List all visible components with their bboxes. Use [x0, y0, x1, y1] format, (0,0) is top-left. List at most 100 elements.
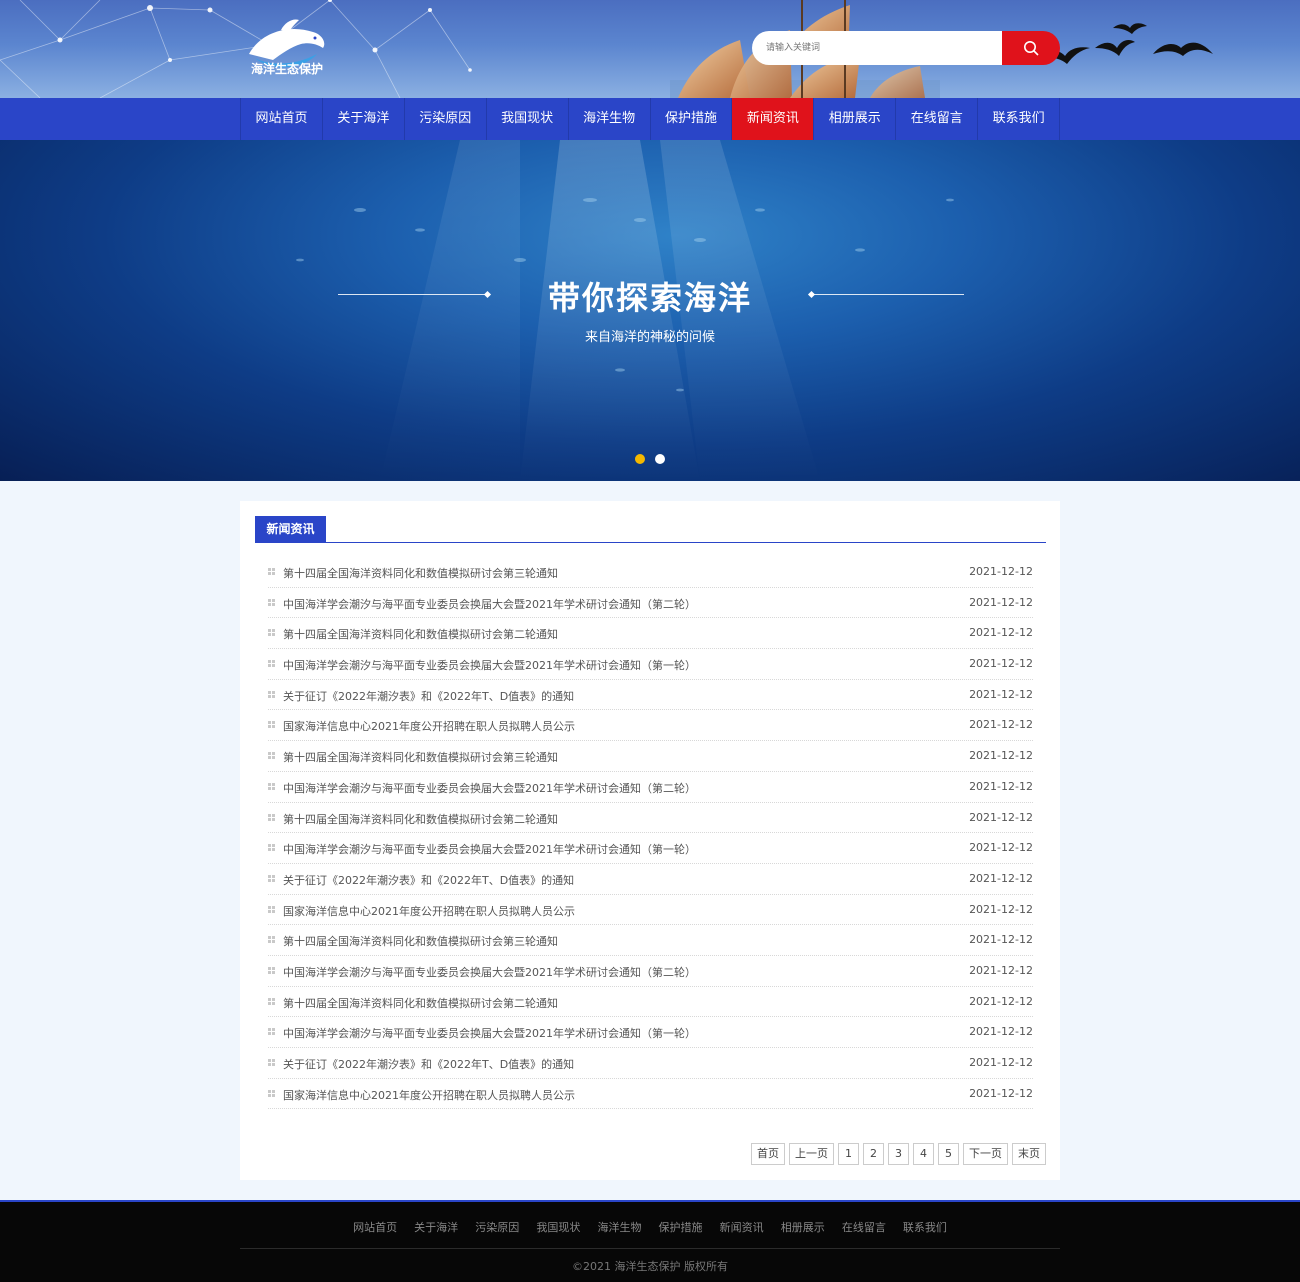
- news-title[interactable]: 第十四届全国海洋资料同化和数值模拟研讨会第二轮通知: [283, 811, 558, 827]
- news-title[interactable]: 国家海洋信息中心2021年度公开招聘在职人员拟聘人员公示: [283, 903, 575, 919]
- nav-item-message[interactable]: 在线留言: [896, 98, 979, 140]
- list-item[interactable]: 第十四届全国海洋资料同化和数值模拟研讨会第二轮通知 2021-12-12: [268, 803, 1033, 834]
- footer-link-contact[interactable]: 联系我们: [903, 1221, 947, 1234]
- news-date: 2021-12-12: [969, 963, 1033, 977]
- list-item[interactable]: 第十四届全国海洋资料同化和数值模拟研讨会第三轮通知 2021-12-12: [268, 925, 1033, 956]
- slide-indicator-1[interactable]: [635, 454, 645, 464]
- grid-bullet-icon: [268, 1028, 275, 1036]
- footer-link-marine-life[interactable]: 海洋生物: [597, 1221, 641, 1234]
- pager-prev[interactable]: 上一页: [789, 1143, 834, 1165]
- footer-link-protection-measures[interactable]: 保护措施: [659, 1221, 703, 1234]
- grid-bullet-icon: [268, 844, 275, 852]
- nav-item-about-ocean[interactable]: 关于海洋: [323, 98, 405, 140]
- news-date: 2021-12-12: [969, 779, 1033, 793]
- list-item[interactable]: 中国海洋学会潮汐与海平面专业委员会换届大会暨2021年学术研讨会通知（第二轮） 2…: [268, 772, 1033, 803]
- pager-first[interactable]: 首页: [751, 1143, 785, 1165]
- list-item[interactable]: 中国海洋学会潮汐与海平面专业委员会换届大会暨2021年学术研讨会通知（第一轮） 2…: [268, 1017, 1033, 1048]
- slide-indicator-2[interactable]: [655, 454, 665, 464]
- footer-link-about-ocean[interactable]: 关于海洋: [414, 1221, 458, 1234]
- list-item[interactable]: 中国海洋学会潮汐与海平面专业委员会换届大会暨2021年学术研讨会通知（第一轮） 2…: [268, 649, 1033, 680]
- pager-page-1[interactable]: 1: [838, 1143, 859, 1165]
- nav-item-home[interactable]: 网站首页: [241, 98, 323, 140]
- news-title[interactable]: 中国海洋学会潮汐与海平面专业委员会换届大会暨2021年学术研讨会通知（第二轮）: [283, 780, 696, 796]
- grid-bullet-icon: [268, 813, 275, 821]
- news-title[interactable]: 中国海洋学会潮汐与海平面专业委员会换届大会暨2021年学术研讨会通知（第一轮）: [283, 657, 696, 673]
- pager-page-5[interactable]: 5: [938, 1143, 959, 1165]
- list-item[interactable]: 关于征订《2022年潮汐表》和《2022年T、D值表》的通知 2021-12-12: [268, 864, 1033, 895]
- news-date: 2021-12-12: [969, 994, 1033, 1008]
- nav-item-gallery[interactable]: 相册展示: [814, 98, 897, 140]
- grid-bullet-icon: [268, 568, 275, 575]
- list-item[interactable]: 关于征订《2022年潮汐表》和《2022年T、D值表》的通知 2021-12-12: [268, 680, 1033, 711]
- news-title[interactable]: 关于征订《2022年潮汐表》和《2022年T、D值表》的通知: [283, 1056, 574, 1072]
- footer-link-current-status[interactable]: 我国现状: [536, 1221, 580, 1234]
- news-title[interactable]: 中国海洋学会潮汐与海平面专业委员会换届大会暨2021年学术研讨会通知（第二轮）: [283, 964, 696, 980]
- news-list: 第十四届全国海洋资料同化和数值模拟研讨会第三轮通知 2021-12-12 中国海洋学…: [268, 557, 1033, 1110]
- search-input[interactable]: [752, 31, 1004, 65]
- pager-page-2[interactable]: 2: [863, 1143, 884, 1165]
- nav-item-pollution-causes[interactable]: 污染原因: [405, 98, 487, 140]
- news-title[interactable]: 第十四届全国海洋资料同化和数值模拟研讨会第三轮通知: [283, 565, 558, 581]
- pagination: 首页 上一页 1 2 3 4 5 下一页 末页: [751, 1143, 1046, 1165]
- news-title[interactable]: 国家海洋信息中心2021年度公开招聘在职人员拟聘人员公示: [283, 1087, 575, 1103]
- site-header: 海洋生态保护: [0, 0, 1300, 98]
- news-section: 新闻资讯 第十四届全国海洋资料同化和数值模拟研讨会第三轮通知 2021-12-12…: [240, 501, 1060, 1180]
- pager-page-3[interactable]: 3: [888, 1143, 909, 1165]
- news-date: 2021-12-12: [969, 1025, 1033, 1039]
- news-title[interactable]: 国家海洋信息中心2021年度公开招聘在职人员拟聘人员公示: [283, 718, 575, 734]
- news-title[interactable]: 第十四届全国海洋资料同化和数值模拟研讨会第二轮通知: [283, 626, 558, 642]
- news-title[interactable]: 关于征订《2022年潮汐表》和《2022年T、D值表》的通知: [283, 688, 574, 704]
- news-date: 2021-12-12: [969, 933, 1033, 947]
- news-date: 2021-12-12: [969, 749, 1033, 763]
- footer-link-news[interactable]: 新闻资讯: [720, 1221, 764, 1234]
- news-date: 2021-12-12: [969, 657, 1033, 671]
- list-item[interactable]: 中国海洋学会潮汐与海平面专业委员会换届大会暨2021年学术研讨会通知（第二轮） 2…: [268, 956, 1033, 987]
- news-title[interactable]: 第十四届全国海洋资料同化和数值模拟研讨会第二轮通知: [283, 995, 558, 1011]
- news-date: 2021-12-12: [969, 841, 1033, 855]
- grid-bullet-icon: [268, 782, 275, 790]
- nav-item-current-status[interactable]: 我国现状: [487, 98, 569, 140]
- search-icon: [1024, 41, 1039, 56]
- list-item[interactable]: 中国海洋学会潮汐与海平面专业委员会换届大会暨2021年学术研讨会通知（第二轮） 2…: [268, 588, 1033, 619]
- nav-item-protection-measures[interactable]: 保护措施: [651, 98, 733, 140]
- logo-text[interactable]: 海洋生态保护: [241, 60, 333, 77]
- banner-subtitle: 来自海洋的神秘的问候: [584, 330, 715, 345]
- news-date: 2021-12-12: [969, 626, 1033, 640]
- footer-link-pollution-causes[interactable]: 污染原因: [475, 1221, 519, 1234]
- news-date: 2021-12-12: [969, 595, 1033, 609]
- news-title[interactable]: 关于征订《2022年潮汐表》和《2022年T、D值表》的通知: [283, 872, 574, 888]
- news-title[interactable]: 中国海洋学会潮汐与海平面专业委员会换届大会暨2021年学术研讨会通知（第一轮）: [283, 1025, 696, 1041]
- footer-link-message[interactable]: 在线留言: [842, 1221, 886, 1234]
- grid-bullet-icon: [268, 660, 275, 668]
- news-date: 2021-12-12: [969, 565, 1033, 578]
- list-item[interactable]: 第十四届全国海洋资料同化和数值模拟研讨会第二轮通知 2021-12-12: [268, 987, 1033, 1018]
- hero-banner: 带你探索海洋 来自海洋的神秘的问候: [0, 140, 1300, 481]
- nav-item-news[interactable]: 新闻资讯: [732, 98, 815, 140]
- pager-next[interactable]: 下一页: [963, 1143, 1008, 1165]
- list-item[interactable]: 第十四届全国海洋资料同化和数值模拟研讨会第三轮通知 2021-12-12: [268, 557, 1033, 588]
- search-button[interactable]: [1002, 31, 1060, 65]
- list-item[interactable]: 国家海洋信息中心2021年度公开招聘在职人员拟聘人员公示 2021-12-12: [268, 895, 1033, 926]
- pager-page-4[interactable]: 4: [913, 1143, 934, 1165]
- news-title[interactable]: 中国海洋学会潮汐与海平面专业委员会换届大会暨2021年学术研讨会通知（第二轮）: [283, 596, 696, 612]
- list-item[interactable]: 中国海洋学会潮汐与海平面专业委员会换届大会暨2021年学术研讨会通知（第一轮） 2…: [268, 833, 1033, 864]
- nav-item-contact[interactable]: 联系我们: [978, 98, 1061, 140]
- grid-bullet-icon: [268, 936, 275, 944]
- title-divider-left: [338, 294, 488, 295]
- news-title[interactable]: 第十四届全国海洋资料同化和数值模拟研讨会第三轮通知: [283, 749, 558, 765]
- news-title[interactable]: 中国海洋学会潮汐与海平面专业委员会换届大会暨2021年学术研讨会通知（第一轮）: [283, 841, 696, 857]
- banner-title: 带你探索海洋: [547, 279, 752, 317]
- search-bar: [752, 31, 1060, 65]
- pager-last[interactable]: 末页: [1012, 1143, 1046, 1165]
- main-nav: 网站首页 关于海洋 污染原因 我国现状 海洋生物 保护措施 新闻资讯 相册展示 …: [0, 98, 1300, 140]
- grid-bullet-icon: [268, 598, 275, 606]
- list-item[interactable]: 国家海洋信息中心2021年度公开招聘在职人员拟聘人员公示 2021-12-12: [268, 710, 1033, 742]
- news-title[interactable]: 第十四届全国海洋资料同化和数值模拟研讨会第三轮通知: [283, 933, 558, 949]
- footer-link-home[interactable]: 网站首页: [353, 1221, 397, 1234]
- list-item[interactable]: 第十四届全国海洋资料同化和数值模拟研讨会第三轮通知 2021-12-12: [268, 741, 1033, 772]
- list-item[interactable]: 关于征订《2022年潮汐表》和《2022年T、D值表》的通知 2021-12-12: [268, 1048, 1033, 1079]
- footer-link-gallery[interactable]: 相册展示: [781, 1221, 825, 1234]
- nav-item-marine-life[interactable]: 海洋生物: [569, 98, 651, 140]
- list-item[interactable]: 第十四届全国海洋资料同化和数值模拟研讨会第二轮通知 2021-12-12: [268, 618, 1033, 650]
- list-item[interactable]: 国家海洋信息中心2021年度公开招聘在职人员拟聘人员公示 2021-12-12: [268, 1079, 1033, 1110]
